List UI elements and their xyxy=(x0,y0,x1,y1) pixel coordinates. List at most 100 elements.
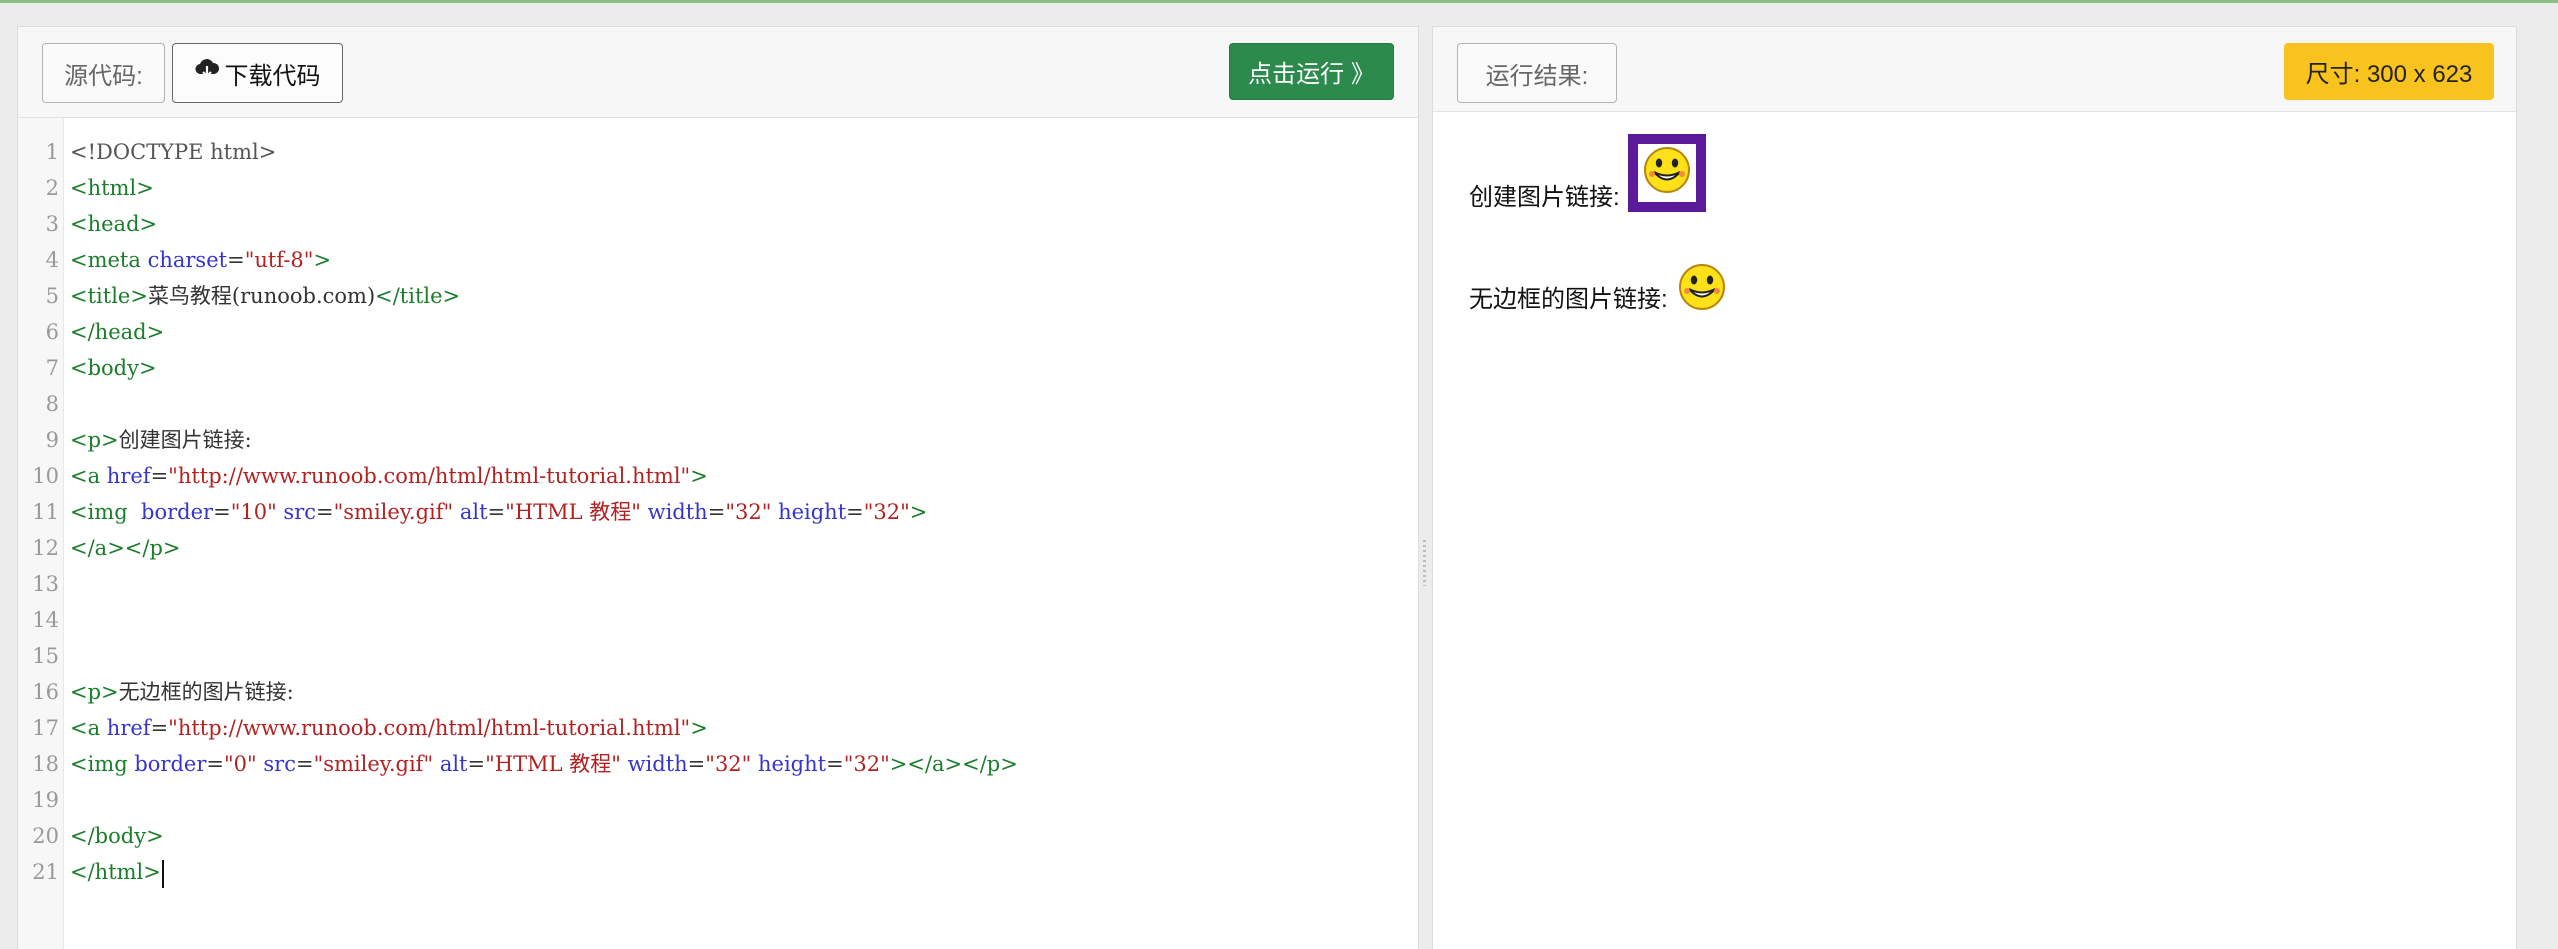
code-line[interactable]: 6 </head> xyxy=(18,314,1418,350)
code-token: </title> xyxy=(375,284,461,308)
code-line[interactable]: 13 xyxy=(18,566,1418,602)
code-line[interactable]: 9 <p>创建图片链接: xyxy=(18,422,1418,458)
code-line[interactable]: 8 xyxy=(18,386,1418,422)
code-token: href xyxy=(106,464,151,488)
code-line[interactable]: 16 <p>无边框的图片链接: xyxy=(18,674,1418,710)
code-token: > xyxy=(909,500,928,524)
line-number: 14 xyxy=(32,608,59,632)
line-number: 5 xyxy=(45,284,59,308)
code-token: "32" xyxy=(863,500,910,524)
code-token: = xyxy=(295,752,314,776)
code-token: = xyxy=(826,752,844,776)
code-line[interactable]: 3 <head> xyxy=(18,206,1418,242)
code-text: <html> xyxy=(70,170,154,206)
bordered-image-link[interactable] xyxy=(1627,134,1706,212)
code-line[interactable]: 17 <a href="http://www.runoob.com/html/ht… xyxy=(18,710,1418,746)
code-line[interactable]: 7 <body> xyxy=(18,350,1418,386)
code-line[interactable]: 21 </html> xyxy=(18,854,1418,890)
code-token: href xyxy=(106,716,151,740)
code-token: = xyxy=(227,248,245,272)
code-lines[interactable]: 1 <!DOCTYPE html> 2 <html> 3 <head> 4 <meta cha… xyxy=(18,134,1418,890)
code-token: </head> xyxy=(70,320,165,344)
code-token: </html> xyxy=(70,860,161,884)
code-token: 无边框的图片链接: xyxy=(118,680,294,704)
size-badge: 尺寸: 300 x 623 xyxy=(2284,43,2494,100)
code-token: "HTML 教程" xyxy=(485,752,621,776)
code-text: <meta charset="utf-8"> xyxy=(70,242,331,278)
line-number: 12 xyxy=(32,536,59,560)
code-token: </a></p> xyxy=(70,536,181,560)
code-token: </body> xyxy=(70,824,164,848)
code-token: charset xyxy=(147,248,228,272)
code-line[interactable]: 10 <a href="http://www.runoob.com/html/ht… xyxy=(18,458,1418,494)
code-token: "smiley.gif" xyxy=(313,752,434,776)
code-line[interactable]: 15 xyxy=(18,638,1418,674)
code-token: = xyxy=(487,500,506,524)
code-line[interactable]: 2 <html> xyxy=(18,170,1418,206)
borderless-image-link[interactable] xyxy=(1676,263,1728,316)
code-token: "utf-8" xyxy=(244,248,314,272)
code-token: "32" xyxy=(725,500,772,524)
bordered-link-label: 创建图片链接: xyxy=(1469,184,1620,211)
code-token: width xyxy=(647,500,708,524)
line-number: 6 xyxy=(45,320,59,344)
size-label: 尺寸: 300 x 623 xyxy=(2305,61,2473,88)
code-token: border xyxy=(134,752,207,776)
code-token: <!DOCTYPE html> xyxy=(70,140,277,164)
code-line[interactable]: 12 </a></p> xyxy=(18,530,1418,566)
code-token: = xyxy=(687,752,706,776)
line-number: 17 xyxy=(32,716,59,740)
code-text: <a href="http://www.runoob.com/html/html… xyxy=(70,710,708,746)
line-number: 10 xyxy=(32,464,59,488)
line-number: 13 xyxy=(32,572,59,596)
code-text: <p>创建图片链接: xyxy=(70,422,252,458)
code-text: <head> xyxy=(70,206,157,242)
panel-resize-handle[interactable] xyxy=(1419,540,1431,586)
run-code-button[interactable]: 点击运行 》 xyxy=(1229,43,1394,100)
code-line[interactable]: 19 xyxy=(18,782,1418,818)
code-token: = xyxy=(707,500,726,524)
code-token: <meta xyxy=(70,248,148,272)
code-line[interactable]: 1 <!DOCTYPE html> xyxy=(18,134,1418,170)
code-token: = xyxy=(213,500,231,524)
code-token: width xyxy=(627,752,688,776)
smiley-icon xyxy=(1642,145,1692,202)
line-number: 11 xyxy=(32,500,59,524)
code-token: alt xyxy=(459,500,488,524)
editor-toolbar: 源代码: 下载代码 点击运行 》 xyxy=(18,27,1418,118)
code-text: <img border="0" src="smiley.gif" alt="HT… xyxy=(70,746,1018,782)
code-line[interactable]: 20 </body> xyxy=(18,818,1418,854)
line-number: 21 xyxy=(32,860,59,884)
code-text: <img border="10" src="smiley.gif" alt="H… xyxy=(70,494,927,530)
download-code-button[interactable]: 下载代码 xyxy=(172,43,343,103)
code-token: border xyxy=(141,500,214,524)
text-cursor xyxy=(161,859,164,888)
code-line[interactable]: 18 <img border="0" src="smiley.gif" alt="… xyxy=(18,746,1418,782)
source-code-button[interactable]: 源代码: xyxy=(42,43,165,103)
code-token: "32" xyxy=(843,752,890,776)
borderless-link-label: 无边框的图片链接: xyxy=(1469,286,1668,313)
code-token: > xyxy=(690,464,708,488)
code-token: 菜鸟教程(runoob.com) xyxy=(147,284,376,308)
code-editor[interactable]: 1 <!DOCTYPE html> 2 <html> 3 <head> 4 <meta cha… xyxy=(18,118,1418,949)
code-token: <title> xyxy=(70,284,148,308)
code-line[interactable]: 11 <img border="10" src="smiley.gif" alt=… xyxy=(18,494,1418,530)
line-number: 16 xyxy=(32,680,59,704)
code-line[interactable]: 5 <title>菜鸟教程(runoob.com)</title> xyxy=(18,278,1418,314)
line-number: 8 xyxy=(45,392,59,416)
code-token: "10" xyxy=(230,500,277,524)
code-line[interactable]: 4 <meta charset="utf-8"> xyxy=(18,242,1418,278)
code-token: 创建图片链接: xyxy=(118,428,252,452)
code-token: height xyxy=(778,500,847,524)
line-number: 3 xyxy=(45,212,59,236)
result-row-bordered: 创建图片链接: xyxy=(1469,134,1706,212)
code-token: "HTML 教程" xyxy=(505,500,641,524)
code-line[interactable]: 14 xyxy=(18,602,1418,638)
result-toolbar: 运行结果: 尺寸: 300 x 623 xyxy=(1433,27,2516,112)
code-text: <!DOCTYPE html> xyxy=(70,134,276,170)
result-row-borderless: 无边框的图片链接: xyxy=(1469,263,1728,316)
code-token: <img xyxy=(70,752,135,776)
